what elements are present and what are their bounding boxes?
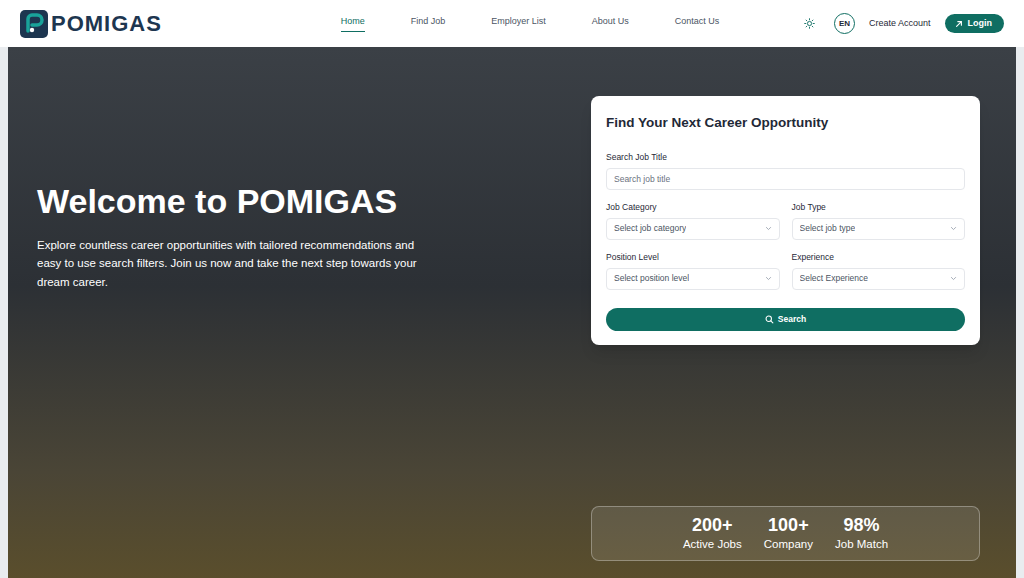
stat-label: Company [764, 536, 813, 552]
stat-item: 98%Job Match [835, 515, 888, 553]
login-button[interactable]: Login [945, 14, 1005, 33]
job-title-input[interactable] [606, 168, 965, 190]
top-bar: POMIGAS Home Find Job Employer List About Us… [0, 0, 1024, 47]
field-label: Job Category [606, 201, 780, 214]
search-button[interactable]: Search [606, 308, 965, 331]
search-button-label[interactable]: Search [778, 313, 806, 326]
login-label[interactable]: Login [968, 19, 993, 28]
select-placeholder: Select job category [614, 222, 686, 235]
stats-panel: 200+Active Jobs 100+Company 98%Job Match [591, 506, 980, 561]
search-fields: Search Job Title Job Category Select job c… [606, 151, 965, 289]
arrow-icon [955, 20, 963, 28]
nav-item[interactable]: Find Job [411, 15, 446, 33]
search-field: Position Level Select position level [606, 251, 780, 290]
nav-item[interactable]: About Us [592, 15, 629, 33]
stat-label: Active Jobs [683, 536, 742, 552]
search-field: Experience Select Experience [792, 251, 966, 290]
chevron-down-icon [765, 225, 772, 232]
logo[interactable]: POMIGAS [20, 10, 260, 38]
select-field[interactable]: Select job type [792, 218, 966, 240]
select-placeholder: Select job type [800, 222, 856, 235]
select-field[interactable]: Select Experience [792, 268, 966, 290]
stat-label: Job Match [835, 536, 888, 552]
search-icon [765, 315, 774, 324]
field-label: Experience [792, 251, 966, 264]
sun-icon [804, 18, 815, 29]
header-actions: EN Create Account Login [800, 13, 1004, 34]
select-placeholder: Select Experience [800, 272, 869, 285]
nav-item[interactable]: Contact Us [675, 15, 720, 33]
select-field[interactable]: Select job category [606, 218, 780, 240]
main-nav: Home Find Job Employer List About Us Contact… [260, 15, 800, 33]
stat-value: 98% [844, 515, 880, 537]
select-placeholder: Select position level [614, 272, 689, 285]
logo-text[interactable]: POMIGAS [51, 13, 162, 35]
language-button[interactable]: EN [834, 13, 855, 34]
chevron-down-icon [950, 225, 957, 232]
chevron-down-icon [950, 275, 957, 282]
hero-section: Welcome to POMIGAS Explore countless care… [8, 47, 1016, 578]
search-card-title: Find Your Next Career Opportunity [606, 113, 965, 133]
nav-item[interactable]: Employer List [491, 15, 546, 33]
hero-title: Welcome to POMIGAS [37, 181, 428, 222]
search-field: Job Type Select job type [792, 201, 966, 240]
hero-description: Explore countless career opportunities w… [37, 236, 429, 291]
hero-text: Welcome to POMIGAS Explore countless care… [8, 47, 428, 578]
select-field[interactable]: Select position level [606, 268, 780, 290]
field-label: Search Job Title [606, 151, 965, 164]
hero-right: Find Your Next Career Opportunity Search … [591, 47, 980, 578]
theme-toggle[interactable] [800, 14, 820, 34]
stat-item: 100+Company [764, 515, 813, 553]
logo-icon [20, 10, 48, 38]
search-field: Job Category Select job category [606, 201, 780, 240]
nav-item[interactable]: Home [341, 15, 365, 33]
chevron-down-icon [765, 275, 772, 282]
stat-value: 100+ [768, 515, 809, 537]
field-label: Position Level [606, 251, 780, 264]
field-label: Job Type [792, 201, 966, 214]
stat-value: 200+ [692, 515, 733, 537]
search-field: Search Job Title [606, 151, 965, 190]
stat-item: 200+Active Jobs [683, 515, 742, 553]
search-card: Find Your Next Career Opportunity Search … [591, 96, 980, 345]
create-account-link[interactable]: Create Account [869, 17, 931, 31]
